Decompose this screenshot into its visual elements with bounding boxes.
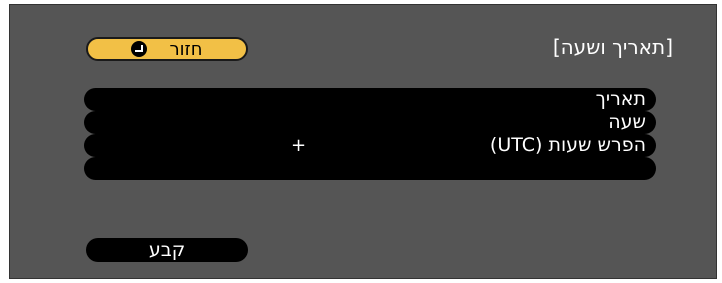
row-time[interactable]: שעה bbox=[84, 111, 656, 134]
settings-list: תאריך שעה הפרש שעות (UTC) + bbox=[84, 88, 656, 180]
page-title: [תאריך ושעה] bbox=[552, 35, 673, 59]
row-empty[interactable] bbox=[84, 157, 656, 180]
row-utc-offset-label: הפרש שעות (UTC) bbox=[489, 134, 646, 156]
enter-icon bbox=[131, 41, 148, 57]
date-time-panel: [תאריך ושעה] חזור תאריך שעה הפרש שעות (U… bbox=[9, 4, 717, 279]
row-date-label: תאריך bbox=[595, 88, 646, 110]
row-utc-offset[interactable]: הפרש שעות (UTC) + bbox=[84, 134, 656, 157]
back-button[interactable]: חזור bbox=[86, 37, 248, 61]
row-date[interactable]: תאריך bbox=[84, 88, 656, 111]
set-button[interactable]: קבע bbox=[86, 238, 248, 262]
back-button-label: חזור bbox=[169, 38, 203, 60]
set-button-label: קבע bbox=[148, 239, 186, 261]
utc-offset-sign: + bbox=[291, 135, 307, 156]
row-time-label: שעה bbox=[608, 111, 646, 133]
